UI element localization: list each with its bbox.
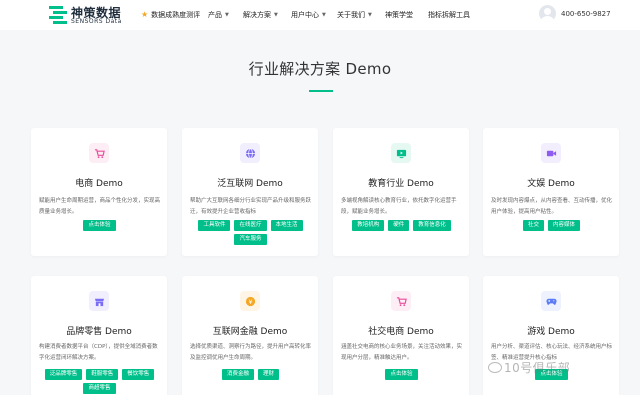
avatar[interactable] <box>539 5 556 22</box>
phone-number: 400-650-9827 <box>561 10 611 18</box>
nav-item-products[interactable]: 产品 ▼ <box>208 0 229 30</box>
card-icon-box <box>541 143 561 163</box>
tag-button[interactable]: 教育信息化 <box>413 220 451 231</box>
card-title: 文娱 Demo <box>527 179 575 189</box>
tag-group: 教培机构 硬件 教育信息化 <box>341 220 462 231</box>
demo-card-internet-finance: ¥ 互联网金融 Demo 选择优质渠道、洞察行为路径，提升用户高转化率及监控调优… <box>182 276 318 395</box>
tag-button[interactable]: 点击体验 <box>385 369 418 380</box>
card-title: 互联网金融 Demo <box>212 327 288 337</box>
top-header: 神策数据 SENSORS Data ★ 数据成熟度测评 产品 ▼ 解决方案 ▼ 用户中… <box>0 0 640 30</box>
cart-icon <box>94 148 105 158</box>
card-icon-box <box>89 143 109 163</box>
tag-group: 点击体验 <box>39 220 160 231</box>
tag-group: 消费金融 理财 <box>190 369 311 380</box>
demo-card-entertainment: 文娱 Demo 及时发现内容爆点，从内容查看、互动传播，优化用户体验，提高用户粘… <box>483 128 619 256</box>
tag-button[interactable]: 鞋服零售 <box>86 369 119 380</box>
demo-card-gaming: 游戏 Demo 用户分析、渠道评估、核心玩法、经济系统用户标签、精准运营提升核心… <box>483 276 619 395</box>
tag-button[interactable]: 硬件 <box>388 220 410 231</box>
tag-group: 点击体验 <box>341 369 462 380</box>
card-description: 赋能用户生命周期运营，商品个性化分发，实现高质量业务增长。 <box>39 198 161 215</box>
card-description: 多端视角解读核心教育行业，依托数字化运营手段，赋能业务增长。 <box>341 198 457 215</box>
nav-item-about-us[interactable]: 关于我们 ▼ <box>337 0 372 30</box>
coin-icon: ¥ <box>245 296 255 306</box>
nav-item-academy[interactable]: 神策学堂 <box>385 0 413 30</box>
tag-button[interactable]: 理财 <box>258 369 280 380</box>
nav-item-maturity-test[interactable]: ★ 数据成熟度测评 <box>141 0 200 30</box>
logo[interactable]: 神策数据 SENSORS Data <box>49 4 147 26</box>
card-icon-box <box>240 143 260 163</box>
card-icon-box <box>391 291 411 311</box>
video-icon <box>546 150 556 156</box>
demo-card-brand-retail: 品牌零售 Demo 构建消费者数据平台（CDP），提供全域消费者数字化运营闭环解… <box>31 276 167 395</box>
tag-group: 工具软件 在线医疗 本地生活 汽车服务 <box>190 220 311 245</box>
cart-icon <box>396 296 407 306</box>
card-icon-box <box>391 143 411 163</box>
screen-icon <box>396 149 406 158</box>
card-description: 涵盖社交电商的核心业务场景，关注活动效果，实现用户分层，精准触达用户。 <box>341 344 463 361</box>
demo-card-ecommerce: 电商 Demo 赋能用户生命周期运营，商品个性化分发，实现高质量业务增长。 点击… <box>31 128 167 256</box>
tag-button[interactable]: 商超零售 <box>83 383 116 394</box>
logo-icon <box>49 6 67 24</box>
demo-card-internet: 泛互联网 Demo 帮助广大互联网各细分行业实现产品升级和服务跃迁，有效提升企业… <box>182 128 318 256</box>
card-icon-box: ¥ <box>240 291 260 311</box>
card-title: 游戏 Demo <box>527 327 575 337</box>
nav-item-user-center[interactable]: 用户中心 ▼ <box>291 0 326 30</box>
tag-group: 泛品牌零售 鞋服零售 餐饮零售 商超零售 <box>39 369 160 394</box>
demo-card-social-ecommerce: 社交电商 Demo 涵盖社交电商的核心业务场景，关注活动效果，实现用户分层，精准… <box>333 276 469 395</box>
card-title: 电商 Demo <box>75 179 123 189</box>
card-title: 泛互联网 Demo <box>217 179 283 189</box>
card-title: 社交电商 Demo <box>368 327 434 337</box>
card-description: 及时发现内容爆点，从内容查看、互动传播，优化用户体验，提高用户粘性。 <box>491 198 613 215</box>
tag-button[interactable]: 工具软件 <box>198 220 231 231</box>
card-icon-box <box>89 291 109 311</box>
nav-item-solutions[interactable]: 解决方案 ▼ <box>243 0 278 30</box>
chevron-down-icon: ▼ <box>368 12 372 18</box>
tag-button[interactable]: 泛品牌零售 <box>44 369 83 380</box>
tag-button[interactable]: 消费金融 <box>221 369 254 380</box>
card-title: 品牌零售 Demo <box>66 327 132 337</box>
card-icon-box <box>541 291 561 311</box>
title-underline <box>309 90 333 92</box>
gamepad-icon <box>545 298 557 305</box>
chat-bubble-icon <box>488 362 502 373</box>
tag-button[interactable]: 在线医疗 <box>234 220 267 231</box>
card-description: 构建消费者数据平台（CDP），提供全域消费者数字化运营闭环解决方案。 <box>39 344 158 361</box>
globe-icon <box>245 148 255 158</box>
chevron-down-icon: ▼ <box>225 12 229 18</box>
nav-item-metric-tool[interactable]: 指标拆解工具 <box>428 0 470 30</box>
page-title: 行业解决方案 Demo <box>248 60 392 78</box>
tag-button[interactable]: 本地生活 <box>270 220 303 231</box>
card-description: 帮助广大互联网各细分行业实现产品升级和服务跃迁，有效提升企业营收指标 <box>190 198 312 215</box>
tag-button[interactable]: 点击体验 <box>83 220 116 231</box>
star-icon: ★ <box>141 10 149 19</box>
tag-group: 社交 内容媒体 <box>491 220 612 231</box>
svg-text:¥: ¥ <box>248 297 252 305</box>
tag-button[interactable]: 内容媒体 <box>548 220 581 231</box>
chevron-down-icon: ▼ <box>274 12 278 18</box>
card-description: 选择优质渠道、洞察行为路径，提升用户高转化率及监控调优用户生命周期。 <box>190 344 312 361</box>
tag-button[interactable]: 汽车服务 <box>234 234 267 245</box>
tag-button[interactable]: 餐饮零售 <box>122 369 155 380</box>
logo-subtext: SENSORS Data <box>71 18 122 25</box>
watermark: 10号俱乐部 <box>488 359 570 376</box>
card-title: 教育行业 Demo <box>368 179 434 189</box>
store-icon <box>94 298 104 306</box>
tag-button[interactable]: 社交 <box>522 220 544 231</box>
tag-button[interactable]: 教培机构 <box>352 220 385 231</box>
demo-card-education: 教育行业 Demo 多端视角解读核心教育行业，依托数字化运营手段，赋能业务增长。… <box>333 128 469 256</box>
chevron-down-icon: ▼ <box>322 12 326 18</box>
